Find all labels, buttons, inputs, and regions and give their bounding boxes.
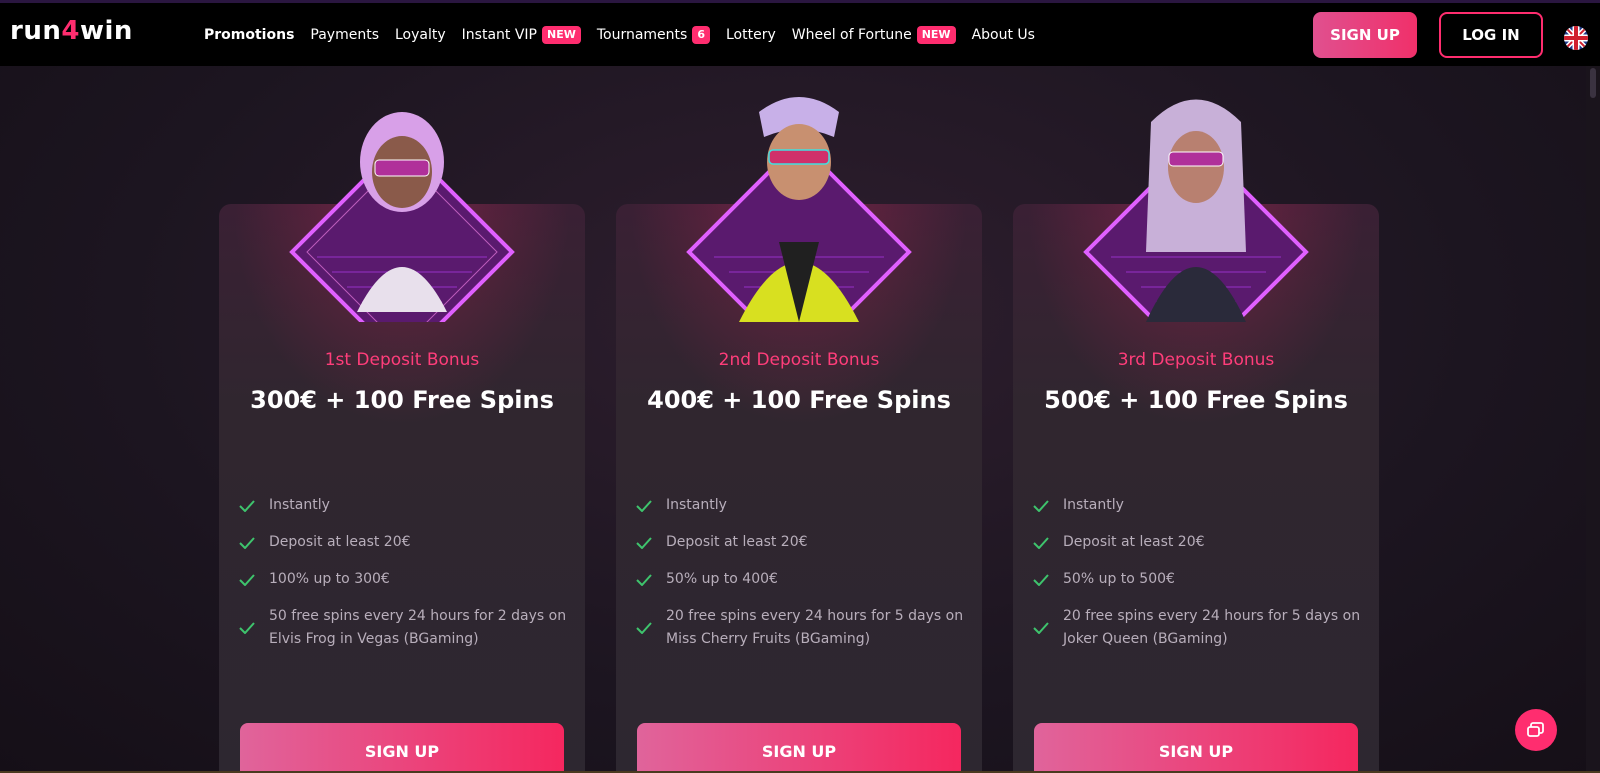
feature-text: Deposit at least 20€ — [269, 534, 411, 550]
list-item: Instantly — [1033, 494, 1363, 517]
check-icon — [239, 531, 255, 554]
card-subtitle: 2nd Deposit Bonus — [718, 350, 880, 370]
list-item: 20 free spins every 24 hours for 5 days … — [636, 605, 966, 651]
check-icon — [239, 568, 255, 591]
chat-icon[interactable] — [1515, 709, 1557, 751]
nav-tournaments[interactable]: Tournaments 6 — [596, 25, 710, 44]
nav-label: Lottery — [725, 26, 776, 43]
feature-text: Instantly — [269, 497, 330, 513]
count-badge: 6 — [692, 25, 710, 44]
uk-flag-icon[interactable] — [1564, 26, 1588, 50]
logo-digit: 4 — [61, 16, 80, 46]
check-icon — [1033, 605, 1049, 651]
nav-lottery[interactable]: Lottery — [726, 27, 776, 43]
check-icon — [239, 494, 255, 517]
nav-label: About Us — [971, 26, 1035, 43]
nav-wheel-of-fortune[interactable]: Wheel of Fortune NEW — [791, 25, 956, 44]
feature-text: 20 free spins every 24 hours for 5 days … — [1063, 608, 1361, 647]
list-item: Instantly — [636, 494, 966, 517]
feature-list: Instantly Deposit at least 20€ 50% up to… — [636, 494, 966, 665]
nav-label: Promotions — [204, 26, 295, 43]
card-title: 400€ + 100 Free Spins — [647, 386, 951, 414]
card-title: 500€ + 100 Free Spins — [1044, 386, 1348, 414]
list-item: Deposit at least 20€ — [1033, 531, 1363, 554]
scrollbar-track[interactable] — [1586, 66, 1600, 773]
check-icon — [239, 605, 255, 651]
nav-promotions[interactable]: Promotions — [204, 27, 294, 43]
feature-text: Instantly — [666, 497, 727, 513]
list-item: 100% up to 300€ — [239, 568, 569, 591]
feature-text: 50% up to 500€ — [1063, 571, 1175, 587]
nav-about-us[interactable]: About Us — [972, 27, 1035, 43]
nav-loyalty[interactable]: Loyalty — [395, 27, 446, 43]
logo-prefix: run — [10, 16, 62, 46]
list-item: 50% up to 400€ — [636, 568, 966, 591]
check-icon — [1033, 494, 1049, 517]
nav-instant-vip[interactable]: Instant VIP NEW — [461, 25, 581, 44]
list-item: Instantly — [239, 494, 569, 517]
logo-suffix: win — [79, 16, 133, 46]
list-item: 50 free spins every 24 hours for 2 days … — [239, 605, 569, 651]
check-icon — [1033, 531, 1049, 554]
feature-text: Instantly — [1063, 497, 1124, 513]
avatar-cyber-boy — [686, 97, 912, 322]
header-login-button[interactable]: LOG IN — [1439, 12, 1543, 58]
list-item: Deposit at least 20€ — [239, 531, 569, 554]
feature-text: 50 free spins every 24 hours for 2 days … — [269, 608, 567, 647]
nav-label: Tournaments — [596, 26, 688, 43]
nav-label: Wheel of Fortune — [791, 26, 912, 43]
avatar-cyber-girl-2 — [1083, 99, 1309, 322]
feature-text: Deposit at least 20€ — [666, 534, 808, 550]
check-icon — [636, 494, 652, 517]
signup-button[interactable]: SIGN UP — [240, 723, 564, 773]
check-icon — [636, 605, 652, 651]
nav-payments[interactable]: Payments — [310, 27, 379, 43]
check-icon — [636, 568, 652, 591]
new-badge: NEW — [541, 25, 581, 44]
main-nav: Promotions Payments Loyalty Instant VIP N… — [204, 3, 1035, 66]
check-icon — [636, 531, 652, 554]
feature-text: Deposit at least 20€ — [1063, 534, 1205, 550]
card-subtitle: 1st Deposit Bonus — [324, 350, 480, 370]
feature-text: 100% up to 300€ — [269, 571, 390, 587]
feature-text: 20 free spins every 24 hours for 5 days … — [666, 608, 964, 647]
feature-list: Instantly Deposit at least 20€ 50% up to… — [1033, 494, 1363, 665]
card-title: 300€ + 100 Free Spins — [250, 386, 554, 414]
nav-label: Payments — [310, 26, 379, 43]
header-signup-button[interactable]: SIGN UP — [1313, 12, 1417, 58]
avatar-cyber-girl-1 — [289, 112, 515, 322]
nav-label: Loyalty — [395, 26, 446, 43]
check-icon — [1033, 568, 1049, 591]
site-header: run4win Promotions Payments Loyalty Inst… — [0, 3, 1600, 66]
logo[interactable]: run4win — [10, 16, 133, 46]
feature-list: Instantly Deposit at least 20€ 100% up t… — [239, 494, 569, 665]
card-subtitle: 3rd Deposit Bonus — [1117, 350, 1275, 370]
list-item: Deposit at least 20€ — [636, 531, 966, 554]
nav-label: Instant VIP — [461, 26, 537, 43]
signup-button[interactable]: SIGN UP — [1034, 723, 1358, 773]
new-badge: NEW — [916, 25, 956, 44]
list-item: 20 free spins every 24 hours for 5 days … — [1033, 605, 1363, 651]
scrollbar-thumb[interactable] — [1590, 68, 1596, 98]
list-item: 50% up to 500€ — [1033, 568, 1363, 591]
feature-text: 50% up to 400€ — [666, 571, 778, 587]
signup-button[interactable]: SIGN UP — [637, 723, 961, 773]
